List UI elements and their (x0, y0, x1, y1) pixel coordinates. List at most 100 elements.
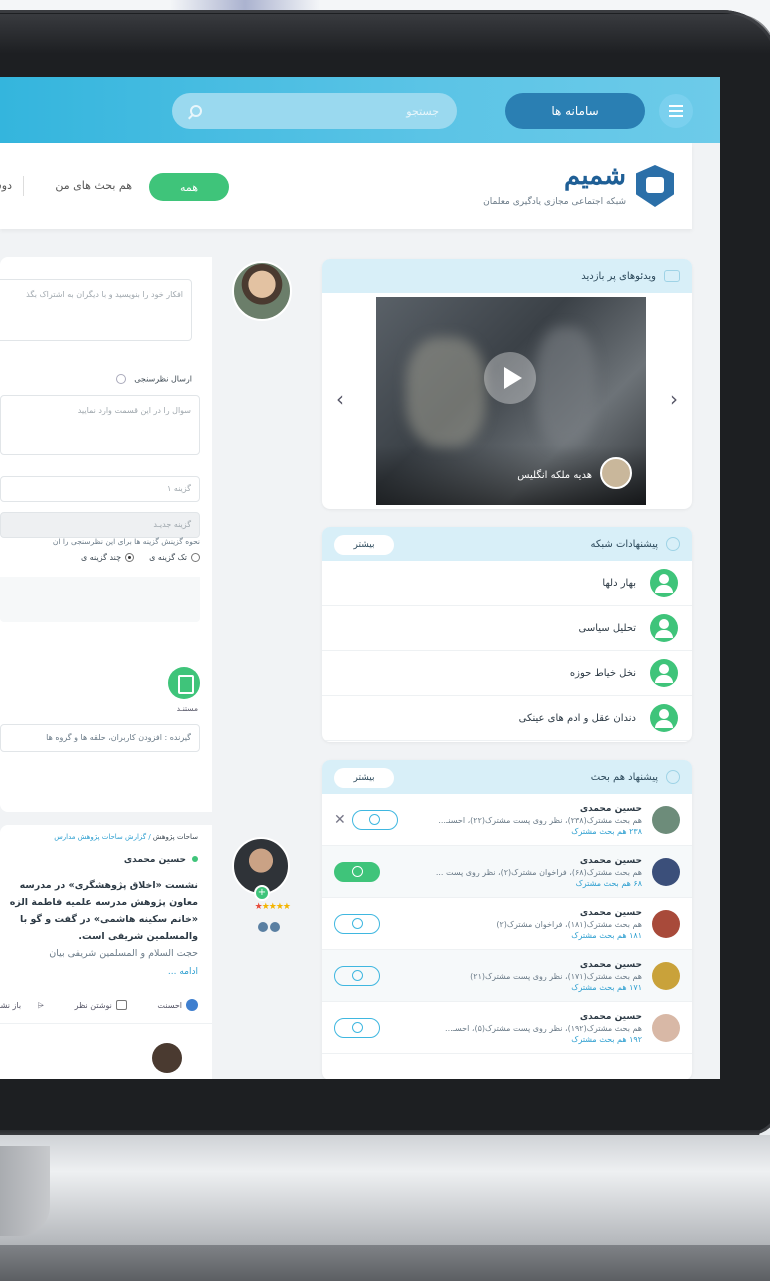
user-avatar-icon (650, 614, 678, 642)
badge-icon (258, 922, 268, 932)
peer-name[interactable]: حسین محمدی (390, 1012, 642, 1022)
poll-option-input[interactable]: گزینه ۱ (0, 476, 200, 502)
follow-button[interactable] (334, 1017, 380, 1038)
peer-suggestions-title: پیشنهاد هم بحث (590, 771, 658, 783)
hamburger-menu-button[interactable] (659, 94, 693, 128)
video-player[interactable]: هدیه ملکه انگلیس (376, 297, 646, 505)
peer-name[interactable]: حسین محمدی (408, 804, 642, 814)
list-item[interactable]: دندان عقل و ادم های عینکی (322, 696, 692, 741)
poll-label-text: ارسال نظرسنجی (134, 374, 192, 384)
document-icon[interactable] (168, 667, 200, 699)
peer-common-count[interactable]: ۱۹۲ هم بحث مشترک (390, 1035, 642, 1044)
share-button[interactable]: ⩤ باز نشر (0, 1001, 44, 1010)
search-placeholder: جستجو (406, 104, 439, 118)
poll-box-footer (0, 577, 200, 622)
top-navbar: سامانه ها جستجو (0, 77, 720, 143)
list-item[interactable]: بهار دلها (322, 561, 692, 606)
more-button[interactable]: بیشتر (334, 535, 394, 555)
avatar[interactable] (652, 909, 680, 938)
peer-row[interactable]: حسین محمدی هم بحث مشترک(۶۸)، فراخوان مشتر… (322, 846, 692, 898)
prev-arrow-icon[interactable]: › (336, 387, 344, 411)
post-author[interactable]: حسین محمدی (124, 855, 198, 865)
add-icon (351, 1022, 363, 1033)
close-icon[interactable]: ✕ (334, 812, 346, 828)
breadcrumb-leaf[interactable]: گزارش ساحات پژوهش مدارس (54, 833, 146, 841)
tab-friends[interactable]: دوستان (0, 179, 12, 192)
link-icon (666, 537, 680, 551)
add-peer-icon (666, 770, 680, 784)
peer-row[interactable]: حسین محمدی هم بحث مشترک(۱۷۱)، نظر روی پست… (322, 950, 692, 1002)
follow-button[interactable] (334, 861, 380, 882)
breadcrumb-root[interactable]: ساحات پژوهش (153, 833, 198, 841)
multi-choice-radio[interactable] (125, 553, 135, 562)
recipients-input[interactable]: گیرنده : افزودن کاربران، حلقه ها و گروه … (0, 724, 200, 752)
peer-description: هم بحث مشترک(۶۸)، فراخوان مشترک(۲)، نظر … (435, 867, 642, 877)
comment-avatar (152, 1043, 182, 1073)
peer-description: هم بحث مشترک(۱۹۲)، نظر روی پست مشترک(۵)،… (445, 1023, 642, 1033)
peer-name[interactable]: حسین محمدی (390, 908, 642, 918)
current-user-avatar[interactable] (232, 261, 292, 321)
video-camera-icon (664, 270, 680, 282)
avatar[interactable] (652, 805, 680, 834)
avatar[interactable] (652, 857, 680, 886)
post-line: معاون پژوهش مدرسه علمیه فاطمة الزه (9, 897, 198, 908)
follow-button[interactable] (351, 809, 398, 830)
tab-my-peers[interactable]: هم بحث های من (55, 179, 132, 192)
peer-row[interactable]: حسین محمدی هم بحث مشترک(۲۳۸)، نظر روی پست… (322, 794, 692, 846)
breadcrumb: ساحات پژوهش / گزارش ساحات پژوهش مدارس (54, 833, 198, 841)
feed-post: ساحات پژوهش / گزارش ساحات پژوهش مدارس حس… (0, 825, 212, 1079)
logo-title: شمیم (564, 161, 626, 191)
like-icon (186, 999, 198, 1011)
more-button[interactable]: بیشتر (334, 768, 394, 788)
tab-all[interactable]: همه (149, 173, 229, 201)
play-icon[interactable] (484, 352, 536, 404)
video-author-avatar[interactable] (600, 457, 632, 489)
laptop-screen: سامانه ها جستجو شمیم شبکه اجتماعی مجازی … (0, 77, 720, 1079)
peer-suggestions-card: پیشنهاد هم بحث بیشتر حسین محمدی هم بحث مش… (322, 760, 692, 1079)
peer-row[interactable]: حسین محمدی هم بحث مشترک(۱۸۱)، فراخوان مشت… (322, 898, 692, 950)
single-choice-radio[interactable] (191, 553, 200, 562)
user-avatar-icon (650, 659, 678, 687)
post-actions: احسنت نوشتن نظر ⩤ باز نشر (0, 999, 198, 1011)
document-label: مستنـد (176, 704, 198, 713)
poll-new-option-input[interactable]: گزینه جدیـد (0, 512, 200, 538)
avatar[interactable] (652, 1013, 680, 1042)
video-caption[interactable]: هدیه ملکه انگلیس (517, 470, 592, 481)
popular-videos-title: ویدئوهای پر بازدید (581, 270, 656, 282)
follow-button[interactable] (334, 913, 380, 934)
peer-suggestions-header: پیشنهاد هم بحث بیشتر (322, 760, 692, 794)
systems-button[interactable]: سامانه ها (505, 93, 645, 129)
add-friend-icon[interactable]: + (254, 885, 270, 901)
avatar[interactable] (652, 961, 680, 990)
network-suggestions-header: پیشنهادات شبکه بیشتر (322, 527, 692, 561)
peer-common-count[interactable]: ۱۸۱ هم بحث مشترک (390, 931, 642, 940)
laptop-base-edge (0, 1245, 770, 1281)
add-icon (351, 866, 363, 877)
peer-name[interactable]: حسین محمدی (390, 856, 642, 866)
add-icon (351, 918, 363, 929)
list-item-label: دندان عقل و ادم های عینکی (518, 712, 636, 724)
list-item[interactable]: نخل خیاط حوزه (322, 651, 692, 696)
read-more-link[interactable]: ادامه ... (168, 967, 198, 977)
add-icon (369, 814, 381, 825)
logo-subtitle: شبکه اجتماعی مجازی یادگیری معلمان (483, 197, 626, 207)
peer-info: حسین محمدی هم بحث مشترک(۱۷۱)، نظر روی پست… (390, 960, 642, 992)
peer-common-count[interactable]: ۱۷۱ هم بحث مشترک (390, 983, 642, 992)
peer-common-count[interactable]: ۶۸ هم بحث مشترک (390, 879, 642, 888)
search-input[interactable]: جستجو (172, 93, 457, 129)
peer-common-count[interactable]: ۲۳۸ هم بحث مشترک (408, 827, 642, 836)
help-icon[interactable] (116, 374, 127, 384)
compose-input[interactable]: افکار خود را بنویسید و با دیگران به اشتر… (0, 279, 192, 341)
peer-name[interactable]: حسین محمدی (390, 960, 642, 970)
like-button[interactable]: احسنت (143, 999, 198, 1011)
poll-question-input[interactable]: سوال را در این قسمت وارد نمایید (0, 395, 200, 455)
follow-button[interactable] (334, 965, 380, 986)
list-item[interactable]: تحلیل سیاسی (322, 606, 692, 651)
peer-row[interactable]: حسین محمدی هم بحث مشترک(۱۹۲)، نظر روی پست… (322, 1002, 692, 1054)
comment-button[interactable]: نوشتن نظر (61, 1000, 127, 1010)
poll-label: ارسال نظرسنجی (116, 374, 192, 384)
badge-icon (270, 922, 280, 932)
peer-list: حسین محمدی هم بحث مشترک(۲۳۸)، نظر روی پست… (322, 794, 692, 1054)
next-arrow-icon[interactable]: ‹ (670, 387, 678, 411)
peer-info: حسین محمدی هم بحث مشترک(۲۳۸)، نظر روی پست… (408, 804, 642, 836)
